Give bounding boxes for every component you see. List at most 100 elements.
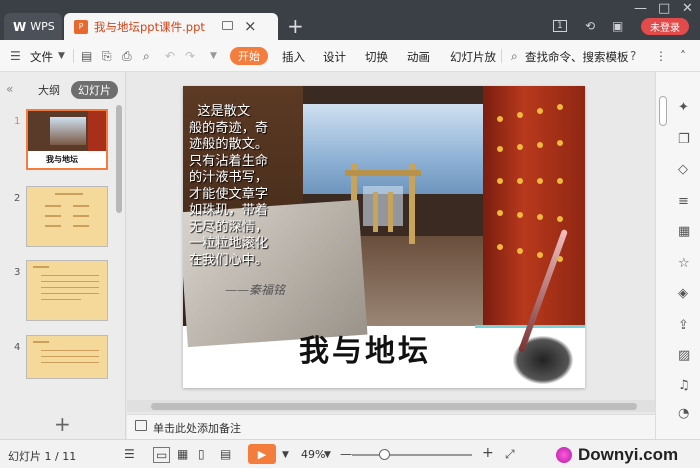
thumb-image — [50, 117, 86, 145]
notes-area[interactable]: 单击此处添加备注 — [127, 414, 655, 439]
door-stud — [497, 244, 503, 250]
door-stud — [557, 104, 563, 110]
tab-insert[interactable]: 插入 — [282, 49, 305, 65]
divider — [501, 49, 502, 63]
thumb-door — [88, 111, 106, 151]
tab-start[interactable]: 开始 — [230, 47, 268, 65]
thumb-line — [41, 281, 99, 282]
zoom-chevron-icon[interactable]: ▼ — [324, 450, 331, 460]
maximize-icon[interactable]: □ — [658, 1, 670, 16]
star-icon[interactable]: ☆ — [678, 256, 690, 271]
title-bar: W WPS P 我与地坛ppt课件.ppt × + 1 ⟲ ▣ 未登录 — □ … — [0, 0, 700, 40]
play-slideshow-button[interactable]: ▶ — [248, 444, 276, 464]
tab-design[interactable]: 设计 — [323, 49, 346, 65]
door-stud — [497, 146, 503, 152]
thumb-line — [73, 225, 89, 227]
door-stud — [537, 142, 543, 148]
document-tab[interactable]: P 我与地坛ppt课件.ppt × — [64, 13, 278, 40]
watermark-text: Downyi.com — [578, 445, 679, 464]
thumb-line — [41, 299, 81, 300]
zoom-level[interactable]: 49% — [301, 448, 325, 461]
slide-number: 4 — [14, 342, 21, 353]
wps-home-tab[interactable]: W WPS — [4, 13, 62, 40]
slide-thumbnail-3[interactable] — [26, 260, 108, 321]
chevron-down-icon[interactable]: ▼ — [58, 51, 65, 61]
canvas-horizontal-scrollbar[interactable] — [127, 400, 655, 412]
close-window-icon[interactable]: ✕ — [682, 1, 693, 16]
tab-slideshow[interactable]: 幻灯片放 — [450, 49, 496, 65]
slide-sorter-icon[interactable]: ▦ — [177, 447, 188, 461]
tab-animations[interactable]: 动画 — [407, 49, 430, 65]
scrollbar-thumb[interactable] — [151, 403, 637, 410]
notes-placeholder[interactable]: 单击此处添加备注 — [153, 420, 241, 436]
skin-icon[interactable]: ▣ — [612, 19, 623, 33]
copy-icon[interactable]: ❐ — [678, 132, 690, 147]
login-button[interactable]: 未登录 — [641, 18, 689, 35]
door-stud — [497, 178, 503, 184]
slides-panel: « 大纲 幻灯片 1 我与地坛 2 3 4 + — [0, 72, 126, 439]
share-icon[interactable]: ⇪ — [678, 318, 689, 333]
slide-thumbnail-4[interactable] — [26, 335, 108, 379]
sync-icon[interactable]: ⟲ — [585, 19, 595, 33]
new-tab-button[interactable]: + — [287, 14, 304, 38]
image-icon[interactable]: ▨ — [678, 348, 690, 363]
play-options-chevron-icon[interactable]: ▼ — [282, 450, 289, 460]
tab-transitions[interactable]: 切换 — [365, 49, 388, 65]
vertical-scrollbar-thumb[interactable] — [659, 96, 667, 126]
thumb-line — [41, 287, 99, 288]
slide-title[interactable]: 我与地坛 — [299, 326, 431, 370]
status-bar: 幻灯片 1 / 11 ☰ ▭ ▦ ▯ ▤ ▶ ▼ 49% ▼ — + ⤢ Dow… — [0, 439, 700, 468]
tab-slides[interactable]: 幻灯片 — [71, 81, 118, 99]
zoom-in-icon[interactable]: + — [482, 445, 494, 461]
qat-chevron-icon[interactable]: ▼ — [210, 51, 217, 61]
watermark-logo-icon — [556, 447, 572, 463]
thumb-line — [73, 205, 89, 207]
file-menu[interactable]: 文件 — [30, 49, 53, 65]
thumb-line — [33, 341, 49, 343]
slide-thumbnail-2[interactable] — [26, 186, 108, 247]
command-search[interactable]: 查找命令、搜索模板 — [525, 49, 629, 65]
animation-icon[interactable]: ◈ — [678, 286, 688, 301]
slide-thumbnail-1[interactable]: 我与地坛 — [26, 109, 108, 170]
print-icon[interactable]: ⎙ — [122, 49, 132, 64]
help-icon[interactable]: ? — [630, 49, 636, 63]
undo-icon[interactable]: ↶ — [165, 49, 175, 63]
shapes-icon[interactable]: ◇ — [678, 162, 688, 177]
zoom-out-icon[interactable]: — — [340, 447, 352, 461]
thumb-line — [45, 205, 61, 207]
export-icon[interactable]: ⎘ — [102, 49, 112, 64]
minimize-icon[interactable]: — — [634, 1, 647, 16]
add-slide-button[interactable]: + — [54, 412, 71, 436]
normal-view-icon[interactable]: ▭ — [153, 447, 171, 463]
close-tab-icon[interactable]: × — [244, 17, 257, 35]
collapse-ribbon-icon[interactable]: ˄ — [680, 49, 686, 63]
window-count-badge[interactable]: 1 — [553, 20, 567, 32]
monitor-icon[interactable] — [222, 21, 233, 30]
settings-sliders-icon[interactable]: ≡ — [678, 194, 689, 209]
more-icon[interactable]: ⋮ — [655, 49, 667, 63]
save-icon[interactable]: ▤ — [81, 49, 92, 63]
panel-scrollbar[interactable] — [116, 105, 122, 213]
layout-icon[interactable]: ▦ — [678, 224, 690, 239]
search-icon: ⌕ — [511, 49, 518, 63]
fit-window-icon[interactable]: ⤢ — [505, 447, 515, 462]
collapse-panel-icon[interactable]: « — [6, 82, 13, 96]
redo-icon[interactable]: ↷ — [185, 49, 195, 63]
magic-icon[interactable]: ✦ — [678, 100, 689, 115]
hamburger-icon[interactable]: ☰ — [10, 49, 21, 63]
door-stud — [537, 214, 543, 220]
notes-toggle-icon[interactable]: ☰ — [124, 447, 135, 461]
tab-outline[interactable]: 大纲 — [38, 82, 60, 98]
notes-view-icon[interactable]: ▤ — [220, 447, 231, 461]
clock-icon[interactable]: ◔ — [678, 406, 689, 421]
slide[interactable]: 这是散文 般的奇迹，奇 迹般的散文。 只有沾着生命 的汁液书写， 才能使文章字 … — [183, 86, 585, 388]
preview-icon[interactable]: ⌕ — [143, 49, 150, 64]
zoom-slider-handle[interactable] — [379, 449, 390, 460]
audio-icon[interactable]: ♫ — [678, 378, 690, 393]
thumb-line — [55, 193, 83, 195]
zoom-slider[interactable] — [352, 454, 472, 456]
poem-text[interactable]: 这是散文 般的奇迹，奇 迹般的散文。 只有沾着生命 的汁液书写， 才能使文章字 … — [189, 104, 309, 269]
reading-view-icon[interactable]: ▯ — [198, 447, 205, 461]
door-stud — [537, 178, 543, 184]
poem-author[interactable]: ——秦福铭 — [225, 281, 285, 298]
